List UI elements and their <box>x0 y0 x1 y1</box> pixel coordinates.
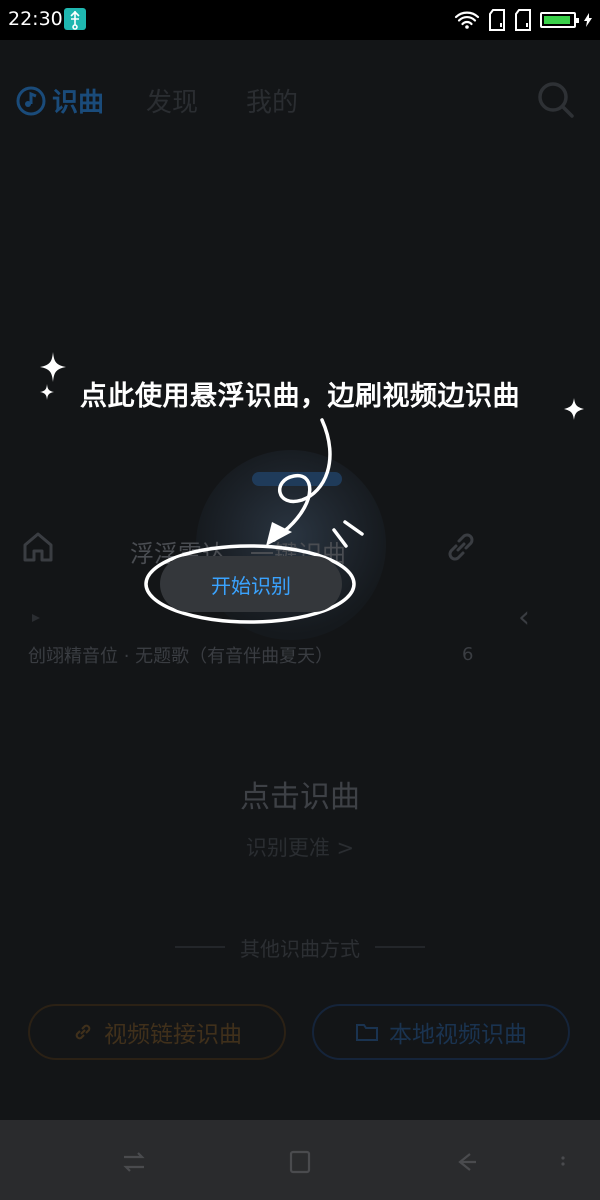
switch-icon[interactable] <box>120 1148 148 1176</box>
tab-discover[interactable]: 发现 <box>146 82 198 119</box>
recognize-title[interactable]: 点击识曲 <box>0 772 600 816</box>
back-icon[interactable] <box>452 1148 480 1176</box>
chevron-left-icon[interactable]: ‹ <box>518 600 530 635</box>
wifi-icon <box>454 11 480 29</box>
status-icons <box>454 8 592 32</box>
now-playing-count: 6 <box>462 644 474 665</box>
tab-recognize[interactable]: 识曲 <box>16 82 104 119</box>
tab-mine[interactable]: 我的 <box>246 82 298 119</box>
recognize-subtitle[interactable]: 识别更准 > <box>0 832 600 862</box>
sim-card-icon-2 <box>515 9 531 31</box>
start-recognize-button[interactable]: 开始识别 <box>160 556 342 612</box>
status-bar: 22:30 <box>0 0 600 40</box>
video-link-button[interactable]: 视频链接识曲 <box>28 1004 286 1060</box>
more-icon[interactable] <box>556 1148 570 1176</box>
radar-wave <box>252 472 342 486</box>
overlay-hint-text: 点此使用悬浮识曲，边刷视频边识曲 <box>80 381 520 412</box>
home-icon[interactable] <box>20 529 56 565</box>
status-time: 22:30 <box>8 8 63 30</box>
divider-line-right <box>375 946 425 948</box>
folder-icon <box>356 1024 378 1041</box>
local-video-button[interactable]: 本地视频识曲 <box>312 1004 570 1060</box>
usb-icon <box>64 8 86 30</box>
now-playing-text: 创翊精音位 · 无题歌（有音伴曲夏天） <box>28 646 334 667</box>
home-square-icon[interactable] <box>286 1148 314 1176</box>
search-icon[interactable] <box>536 80 576 120</box>
link-icon[interactable] <box>442 528 480 566</box>
system-nav-bar <box>0 1120 600 1200</box>
top-nav: 识曲 发现 我的 <box>0 40 600 160</box>
play-arrow-icon <box>32 614 40 622</box>
charging-icon <box>584 13 592 27</box>
local-video-label: 本地视频识曲 <box>389 1022 527 1048</box>
link-icon-small <box>75 1024 91 1040</box>
video-link-label: 视频链接识曲 <box>104 1022 242 1048</box>
music-note-icon <box>16 86 46 115</box>
divider-text: 其他识曲方式 <box>240 937 360 961</box>
tab-recognize-label: 识曲 <box>52 88 105 118</box>
battery-icon <box>540 12 579 28</box>
sim-card-icon <box>489 9 505 31</box>
